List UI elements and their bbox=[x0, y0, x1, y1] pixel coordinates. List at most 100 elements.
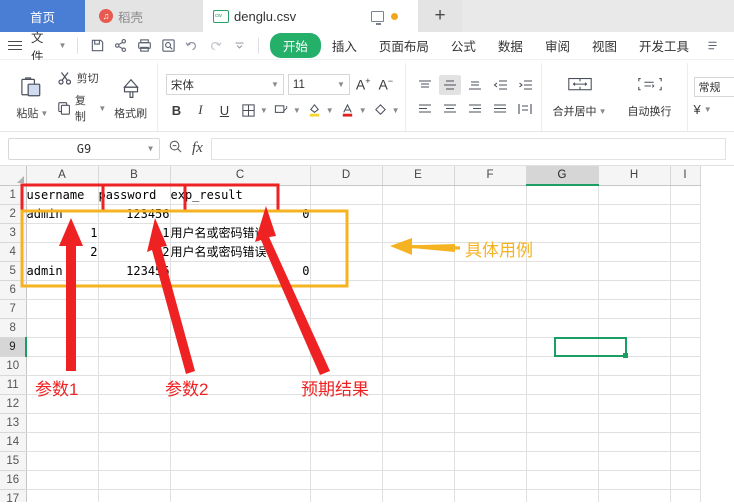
cell-C17[interactable] bbox=[170, 489, 311, 502]
cell-B6[interactable] bbox=[98, 280, 171, 300]
cell-B3[interactable]: 1 bbox=[98, 223, 171, 243]
ribbon-tab-page-layout[interactable]: 页面布局 bbox=[368, 34, 440, 57]
cell-H14[interactable] bbox=[598, 432, 671, 452]
table-row[interactable]: 4 2 2 用户名或密码错误！ bbox=[0, 242, 701, 262]
row-header-12[interactable]: 12 bbox=[0, 394, 27, 414]
cell-F9[interactable] bbox=[454, 337, 527, 357]
share-icon[interactable] bbox=[109, 35, 133, 57]
cell-D16[interactable] bbox=[310, 470, 383, 490]
cell-C16[interactable] bbox=[170, 470, 311, 490]
table-row[interactable]: 9 bbox=[0, 337, 701, 357]
cell-G7[interactable] bbox=[526, 299, 599, 319]
formula-input[interactable] bbox=[210, 137, 726, 160]
number-format-select[interactable]: 常规 bbox=[693, 77, 734, 97]
cell-C10[interactable] bbox=[170, 356, 311, 376]
row-header-2[interactable]: 2 bbox=[0, 204, 27, 224]
increase-font-size-button[interactable]: A+ bbox=[354, 76, 373, 93]
column-header-H[interactable]: H bbox=[598, 166, 671, 186]
cell-D17[interactable] bbox=[310, 489, 383, 502]
format-painter-button[interactable]: 格式刷 bbox=[109, 63, 152, 131]
cell-H10[interactable] bbox=[598, 356, 671, 376]
cell-F15[interactable] bbox=[454, 451, 527, 471]
cell-I3[interactable] bbox=[670, 223, 701, 243]
cell-A5[interactable]: admin bbox=[26, 261, 99, 281]
align-left-button[interactable] bbox=[414, 99, 436, 119]
row-header-4[interactable]: 4 bbox=[0, 242, 27, 262]
row-header-16[interactable]: 16 bbox=[0, 470, 27, 490]
hamburger-icon[interactable] bbox=[8, 40, 22, 51]
cell-F16[interactable] bbox=[454, 470, 527, 490]
column-header-E[interactable]: E bbox=[382, 166, 455, 186]
cell-I2[interactable] bbox=[670, 204, 701, 224]
cell-F12[interactable] bbox=[454, 394, 527, 414]
cell-B9[interactable] bbox=[98, 337, 171, 357]
cell-I14[interactable] bbox=[670, 432, 701, 452]
cell-D6[interactable] bbox=[310, 280, 383, 300]
cell-E11[interactable] bbox=[382, 375, 455, 395]
cell-H5[interactable] bbox=[598, 261, 671, 281]
distribute-button[interactable] bbox=[514, 99, 536, 119]
cell-H4[interactable] bbox=[598, 242, 671, 262]
cell-C7[interactable] bbox=[170, 299, 311, 319]
cell-E10[interactable] bbox=[382, 356, 455, 376]
cell-B15[interactable] bbox=[98, 451, 171, 471]
cell-E3[interactable] bbox=[382, 223, 455, 243]
cell-F8[interactable] bbox=[454, 318, 527, 338]
cell-A14[interactable] bbox=[26, 432, 99, 452]
table-row[interactable]: 1 username password exp_result bbox=[0, 185, 701, 205]
cell-I7[interactable] bbox=[670, 299, 701, 319]
tab-denglu-csv[interactable]: denglu.csv bbox=[203, 0, 418, 32]
align-center-button[interactable] bbox=[439, 99, 461, 119]
column-header-B[interactable]: B bbox=[98, 166, 171, 186]
align-bottom-button[interactable] bbox=[464, 75, 486, 95]
cell-E2[interactable] bbox=[382, 204, 455, 224]
cell-A7[interactable] bbox=[26, 299, 99, 319]
column-header-I[interactable]: I bbox=[670, 166, 701, 186]
save-icon[interactable] bbox=[85, 35, 109, 57]
cell-D1[interactable] bbox=[310, 185, 383, 205]
cell-E1[interactable] bbox=[382, 185, 455, 205]
column-header-G[interactable]: G bbox=[526, 166, 599, 186]
borders-button[interactable]: ▼ bbox=[238, 100, 268, 120]
cell-F14[interactable] bbox=[454, 432, 527, 452]
cell-H6[interactable] bbox=[598, 280, 671, 300]
cell-I6[interactable] bbox=[670, 280, 701, 300]
cell-A1[interactable]: username bbox=[26, 185, 99, 205]
cell-A2[interactable]: admin bbox=[26, 204, 99, 224]
cell-C13[interactable] bbox=[170, 413, 311, 433]
cell-B7[interactable] bbox=[98, 299, 171, 319]
cell-E8[interactable] bbox=[382, 318, 455, 338]
cell-C14[interactable] bbox=[170, 432, 311, 452]
cell-E7[interactable] bbox=[382, 299, 455, 319]
cell-B2[interactable]: 123456 bbox=[98, 204, 171, 224]
cell-B14[interactable] bbox=[98, 432, 171, 452]
cell-G12[interactable] bbox=[526, 394, 599, 414]
print-icon[interactable] bbox=[133, 35, 157, 57]
cell-G3[interactable] bbox=[526, 223, 599, 243]
cell-H15[interactable] bbox=[598, 451, 671, 471]
cell-I5[interactable] bbox=[670, 261, 701, 281]
cell-F5[interactable] bbox=[454, 261, 527, 281]
cell-I1[interactable] bbox=[670, 185, 701, 205]
text-effect-button[interactable]: ▼ bbox=[271, 100, 301, 120]
spreadsheet-grid[interactable]: A B C D E F G H I 1 username password ex… bbox=[0, 166, 734, 502]
undo-icon[interactable] bbox=[180, 35, 204, 57]
cell-I11[interactable] bbox=[670, 375, 701, 395]
column-header-C[interactable]: C bbox=[170, 166, 311, 186]
cell-G10[interactable] bbox=[526, 356, 599, 376]
cell-G6[interactable] bbox=[526, 280, 599, 300]
row-header-1[interactable]: 1 bbox=[0, 185, 27, 205]
cell-F2[interactable] bbox=[454, 204, 527, 224]
column-header-F[interactable]: F bbox=[454, 166, 527, 186]
cell-G15[interactable] bbox=[526, 451, 599, 471]
file-menu-button[interactable]: 文件 ▼ bbox=[27, 27, 70, 65]
table-row[interactable]: 6 bbox=[0, 280, 701, 300]
cell-G11[interactable] bbox=[526, 375, 599, 395]
cell-I16[interactable] bbox=[670, 470, 701, 490]
cell-E12[interactable] bbox=[382, 394, 455, 414]
cell-C8[interactable] bbox=[170, 318, 311, 338]
cell-B16[interactable] bbox=[98, 470, 171, 490]
wrap-text-button[interactable]: 自动换行 bbox=[618, 75, 682, 119]
cell-I4[interactable] bbox=[670, 242, 701, 262]
cell-H12[interactable] bbox=[598, 394, 671, 414]
